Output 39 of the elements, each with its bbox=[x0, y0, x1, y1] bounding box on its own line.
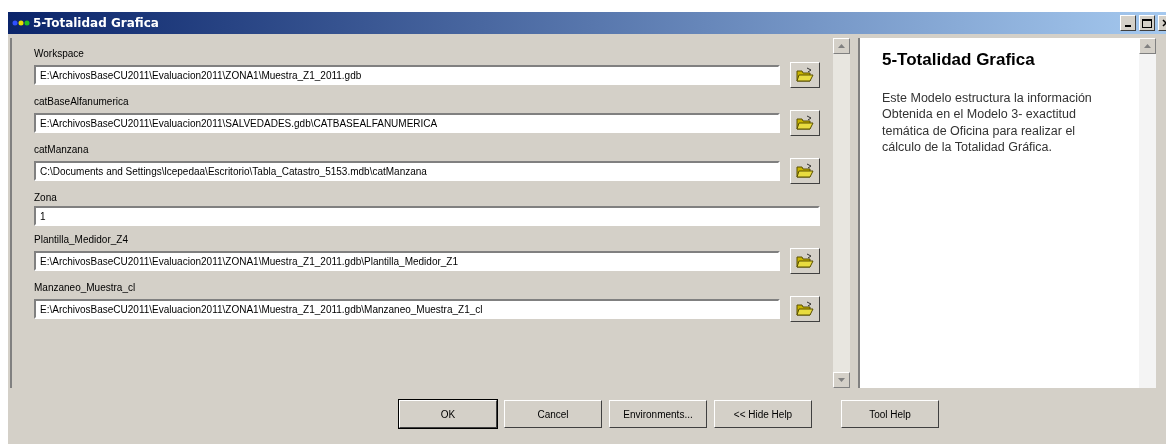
down-arrow-icon[interactable] bbox=[838, 378, 845, 382]
browse-button[interactable] bbox=[790, 110, 820, 136]
scrollbar[interactable] bbox=[833, 38, 850, 388]
up-arrow-icon[interactable] bbox=[838, 44, 845, 48]
input-field[interactable]: C:\Documents and Settings\lcepedaa\Escritorio\Tabla_Catastro_5153.mdb\catManzana bbox=[34, 161, 780, 181]
scrollbar[interactable] bbox=[1139, 38, 1156, 388]
input-field[interactable]: 1 bbox=[34, 206, 820, 226]
parameter-label: catManzana bbox=[34, 144, 90, 155]
input-field[interactable]: E:\ArchivosBaseCU2011\Evaluacion2011\SALVEDADES.gdb\CATBASEALFANUMERICA bbox=[34, 113, 780, 133]
input-field[interactable]: E:\ArchivosBaseCU2011\Evaluacion2011\ZONA1\Muestra_Z1_2011.gdb bbox=[34, 65, 780, 85]
browse-button[interactable] bbox=[790, 158, 820, 184]
parameter-label: Workspace bbox=[34, 48, 85, 59]
window-title: 5-Totalidad Grafica bbox=[33, 16, 159, 30]
maximize-icon bbox=[1142, 18, 1152, 28]
parameter-label: catBaseAlfanumerica bbox=[34, 96, 130, 107]
parameter-label: Manzaneo_Muestra_cl bbox=[34, 282, 137, 293]
folder-icon bbox=[796, 301, 814, 317]
folder-icon bbox=[796, 115, 814, 131]
dialog-button[interactable]: Tool Help bbox=[841, 400, 939, 428]
parameter-label: Plantilla_Medidor_Z4 bbox=[34, 234, 129, 245]
dialog-button[interactable]: Environments... bbox=[609, 400, 707, 428]
maximize-button[interactable] bbox=[1139, 15, 1155, 31]
model-icon bbox=[12, 18, 30, 28]
dialog-button[interactable]: OK bbox=[399, 400, 497, 428]
dialog-button[interactable]: Cancel bbox=[504, 400, 602, 428]
browse-button[interactable] bbox=[790, 296, 820, 322]
input-field[interactable]: E:\ArchivosBaseCU2011\Evaluacion2011\ZONA1\Muestra_Z1_2011.gdb\Manzaneo_Muestra_Z1_cl bbox=[34, 299, 780, 319]
folder-icon bbox=[796, 253, 814, 269]
folder-icon bbox=[796, 163, 814, 179]
parameter-label: Zona bbox=[34, 192, 58, 203]
input-field[interactable]: E:\ArchivosBaseCU2011\Evaluacion2011\ZONA1\Muestra_Z1_2011.gdb\Plantilla_Medidor_Z1 bbox=[34, 251, 780, 271]
folder-icon bbox=[796, 67, 814, 83]
help-title: 5-Totalidad Grafica bbox=[882, 50, 1036, 70]
help-text: Este Modelo estructura la información Obtenida en el Modelo 3- exactitud temática de Oficina para realizar el cálculo de la Totalidad Gráfica. bbox=[882, 90, 1093, 155]
minimize-button[interactable] bbox=[1120, 15, 1136, 31]
up-arrow-icon[interactable] bbox=[1144, 44, 1151, 48]
dialog-button[interactable]: << Hide Help bbox=[714, 400, 812, 428]
browse-button[interactable] bbox=[790, 62, 820, 88]
browse-button[interactable] bbox=[790, 248, 820, 274]
